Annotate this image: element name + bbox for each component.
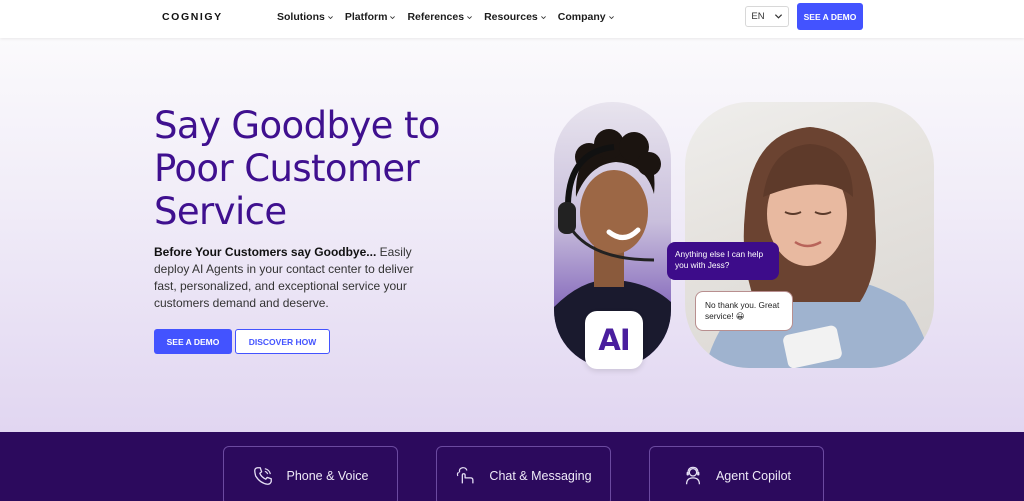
hero-description-bold: Before Your Customers say Goodbye...	[154, 245, 377, 259]
nav-label: References	[407, 11, 465, 23]
nav-company[interactable]: Company	[558, 11, 615, 23]
feature-card-phone-voice[interactable]: Phone & Voice	[223, 446, 398, 501]
nav-resources[interactable]: Resources	[484, 11, 547, 23]
chat-hand-icon	[457, 467, 474, 484]
site-header: COGNIGY Solutions Platform References Re…	[0, 0, 1024, 38]
chevron-down-icon	[608, 15, 614, 19]
nav-label: Solutions	[277, 11, 325, 23]
chevron-down-icon	[774, 14, 782, 19]
feature-label: Chat & Messaging	[489, 469, 592, 483]
language-select[interactable]: EN	[745, 6, 789, 27]
header-demo-button[interactable]: SEE A DEMO	[797, 3, 863, 30]
language-label: EN	[751, 11, 765, 22]
nav-label: Platform	[344, 11, 388, 23]
main-nav: Solutions Platform References Resources …	[277, 11, 615, 23]
nav-references[interactable]: References	[407, 11, 473, 23]
chevron-down-icon	[467, 15, 472, 19]
chevron-down-icon	[540, 15, 546, 19]
hero-description: Before Your Customers say Goodbye... Eas…	[154, 244, 424, 312]
nav-solutions[interactable]: Solutions	[277, 11, 334, 23]
agent-headset-icon	[685, 466, 701, 485]
discover-how-button[interactable]: DISCOVER HOW	[235, 329, 330, 354]
chevron-down-icon	[390, 15, 396, 19]
ai-badge: AI	[585, 311, 643, 369]
nav-label: Resources	[484, 11, 538, 23]
chevron-down-icon	[327, 15, 333, 19]
ai-badge-text: AI	[598, 323, 630, 357]
phone-icon	[254, 467, 273, 485]
cognigy-logo[interactable]: COGNIGY	[162, 11, 223, 23]
customer-chat-bubble: No thank you. Great service! 😀	[695, 291, 793, 331]
feature-card-chat-messaging[interactable]: Chat & Messaging	[436, 446, 611, 501]
feature-card-agent-copilot[interactable]: Agent Copilot	[649, 446, 824, 501]
hero-title: Say Goodbye to Poor Customer Service	[154, 104, 441, 233]
see-demo-button[interactable]: SEE A DEMO	[154, 329, 232, 354]
nav-label: Company	[557, 11, 606, 23]
feature-label: Phone & Voice	[286, 469, 369, 483]
agent-chat-bubble: Anything else I can help you with Jess?	[667, 242, 779, 280]
feature-label: Agent Copilot	[715, 469, 792, 483]
nav-platform[interactable]: Platform	[345, 11, 397, 23]
